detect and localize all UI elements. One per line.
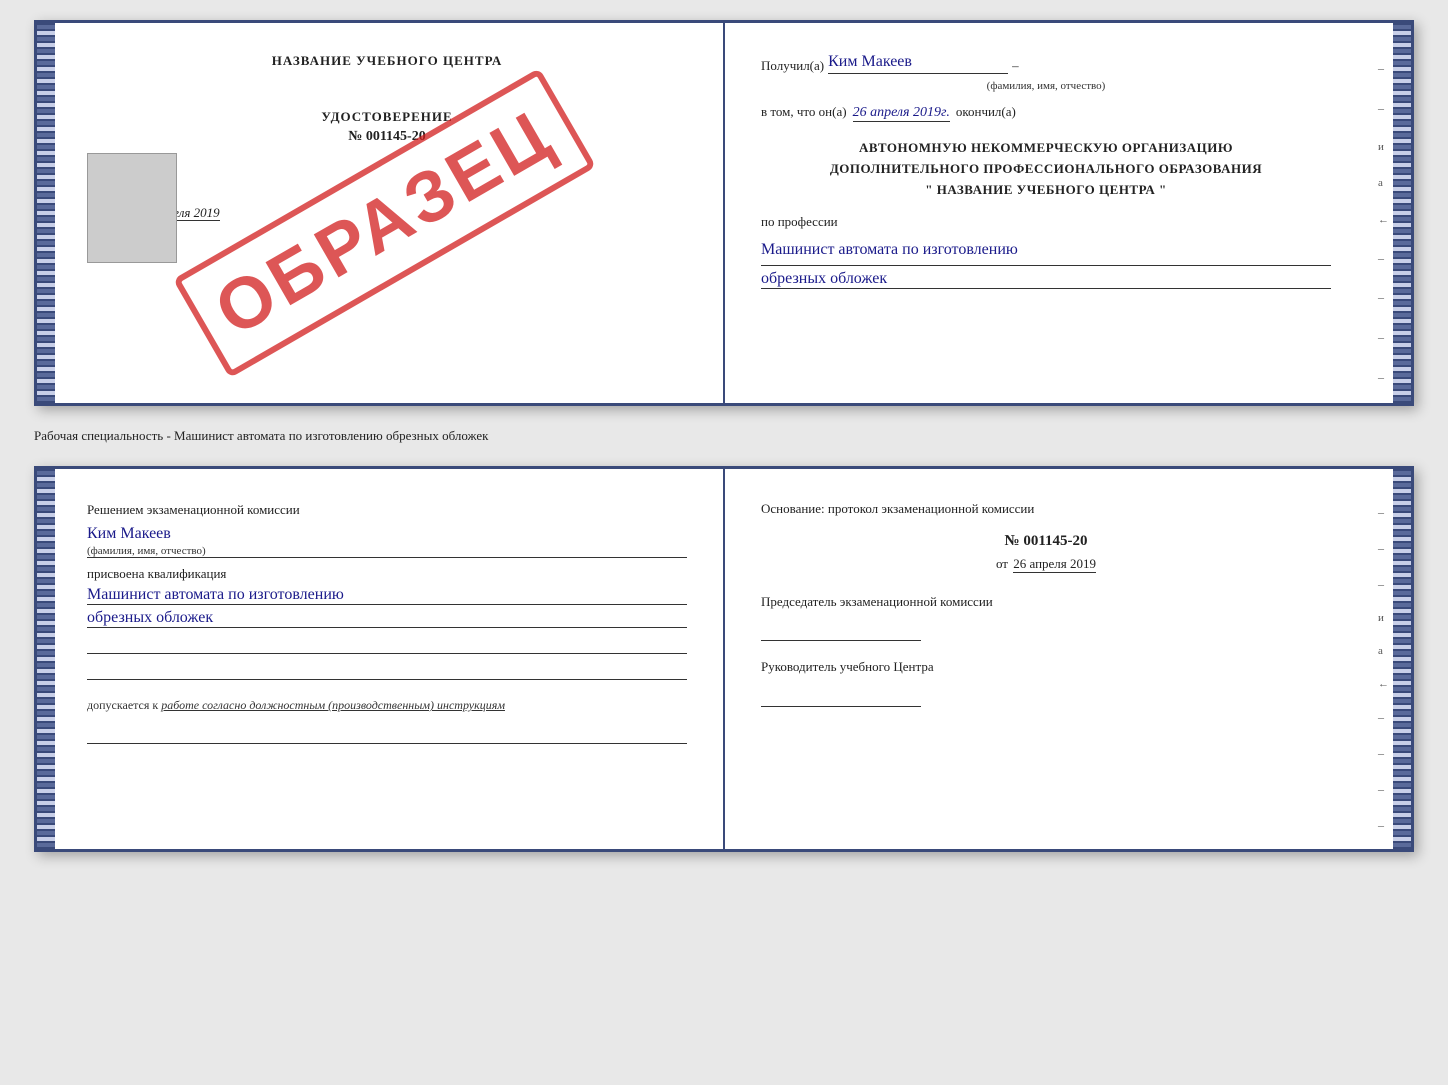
mp-label: М.П.: [87, 241, 687, 257]
right-decoration: – – и а ← – – – –: [1378, 53, 1389, 393]
resheniyem-label: Решением экзаменационной комиссии: [87, 499, 687, 521]
qual-line2: обрезных обложек: [87, 609, 687, 628]
rukovoditel-block: Руководитель учебного Центра: [761, 657, 1331, 707]
profession-line2: обрезных обложек: [761, 270, 1331, 289]
rukovoditel-label: Руководитель учебного Центра: [761, 659, 934, 674]
protocol-number: № 001145-20: [761, 533, 1331, 550]
qual-line1: Машинист автомата по изготовлению: [87, 586, 687, 605]
udostoverenie-block: УДОСТОВЕРЕНИЕ № 001145-20: [87, 109, 687, 145]
blank-line-2: [87, 658, 687, 680]
top-left-panel: НАЗВАНИЕ УЧЕБНОГО ЦЕНТРА УДОСТОВЕРЕНИЕ №…: [37, 23, 725, 403]
osnovanie-label: Основание: протокол экзаменационной коми…: [761, 499, 1331, 519]
komissia-name: Ким Макеев: [87, 525, 687, 543]
bottom-document: Решением экзаменационной комиссии Ким Ма…: [34, 466, 1414, 852]
rukovoditel-sign-line: [761, 685, 921, 707]
date-handwritten: 26 апреля 2019г.: [853, 105, 950, 122]
photo-placeholder: [87, 153, 177, 263]
org-line1: АВТОНОМНУЮ НЕКОММЕРЧЕСКУЮ ОРГАНИЗАЦИЮ: [761, 138, 1331, 159]
predsedatel-label: Председатель экзаменационной комиссии: [761, 594, 993, 609]
blank-line-3: [87, 722, 687, 744]
vtom-row: в том, что он(а) 26 апреля 2019г. окончи…: [761, 104, 1331, 122]
fio-sublabel-bottom: (фамилия, имя, отчество): [87, 545, 687, 558]
protocol-date-prefix: от: [996, 556, 1008, 571]
org-block: АВТОНОМНУЮ НЕКОММЕРЧЕСКУЮ ОРГАНИЗАЦИЮ ДО…: [761, 138, 1331, 200]
okonchil-label: окончил(а): [956, 104, 1016, 120]
right-decoration-bottom: – – – и а ← – – – –: [1378, 499, 1389, 839]
vtom-prefix: в том, что он(а): [761, 104, 847, 120]
bottom-left-panel: Решением экзаменационной комиссии Ким Ма…: [37, 469, 725, 849]
profession-line1: Машинист автомата по изготовлению: [761, 236, 1331, 266]
protocol-date-row: от 26 апреля 2019: [761, 556, 1331, 572]
dopuskaetsya-prefix: допускается к: [87, 698, 158, 712]
blank-line-1: [87, 632, 687, 654]
udost-number: № 001145-20: [87, 129, 687, 145]
dopuskaetsya-text: работе согласно должностным (производств…: [161, 698, 505, 712]
dopuskaetsya-block: допускается к работе согласно должностны…: [87, 696, 687, 714]
between-docs-label: Рабочая специальность - Машинист автомат…: [34, 422, 1414, 450]
top-right-panel: Получил(a) Ким Макеев – (фамилия, имя, о…: [725, 23, 1411, 403]
vibrano-row: Выдано 26 апреля 2019: [87, 205, 687, 221]
poluchil-label: Получил(a): [761, 58, 824, 74]
predsedatel-sign-line: [761, 619, 921, 641]
udost-label: УДОСТОВЕРЕНИЕ: [87, 109, 687, 125]
prisvoena-label: присвоена квалификация: [87, 566, 687, 582]
org-line3: " НАЗВАНИЕ УЧЕБНОГО ЦЕНТРА ": [761, 180, 1331, 201]
protocol-date: 26 апреля 2019: [1013, 556, 1096, 573]
fio-sublabel-top: (фамилия, имя, отчество): [761, 80, 1331, 92]
profession-label: по профессии: [761, 214, 1331, 230]
org-line2: ДОПОЛНИТЕЛЬНОГО ПРОФЕССИОНАЛЬНОГО ОБРАЗО…: [761, 159, 1331, 180]
top-left-title: НАЗВАНИЕ УЧЕБНОГО ЦЕНТРА: [87, 53, 687, 69]
spine-right-bottom: [1393, 469, 1411, 849]
recipient-name: Ким Макеев: [828, 53, 1008, 74]
predsedatel-block: Председатель экзаменационной комиссии: [761, 592, 1331, 642]
bottom-right-panel: Основание: протокол экзаменационной коми…: [725, 469, 1411, 849]
spine-right-decoration: [1393, 23, 1411, 403]
specialty-label: Рабочая специальность - Машинист автомат…: [34, 428, 488, 443]
top-document: НАЗВАНИЕ УЧЕБНОГО ЦЕНТРА УДОСТОВЕРЕНИЕ №…: [34, 20, 1414, 406]
poluchil-row: Получил(a) Ким Макеев –: [761, 53, 1331, 74]
